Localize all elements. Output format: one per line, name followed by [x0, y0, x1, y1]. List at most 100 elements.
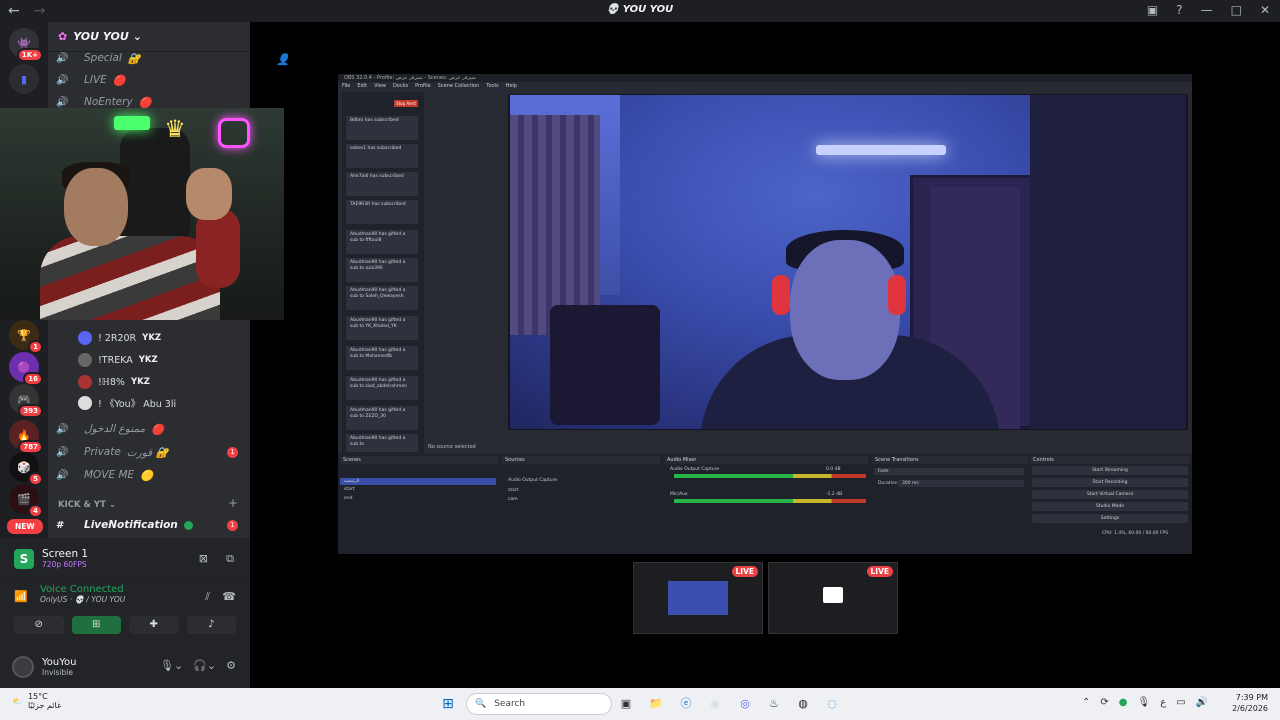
- stream-thumbnail[interactable]: LIVE: [768, 562, 898, 634]
- settings-gear-icon[interactable]: ⚙: [226, 659, 236, 672]
- live-badge: LIVE: [731, 566, 758, 577]
- start-menu-icon[interactable]: ⊞: [439, 695, 457, 713]
- language-indicator[interactable]: ع: [1160, 697, 1166, 708]
- duration-input[interactable]: 300 ms: [898, 480, 1024, 487]
- weather-widget[interactable]: ⛅ 15°C غائم جزئيًا: [12, 692, 61, 710]
- mic-icon[interactable]: 🎙⌄: [160, 659, 183, 672]
- channel-live[interactable]: 🔊 LIVE 🔴: [56, 70, 126, 90]
- voice-location[interactable]: OnlyUS · 💀 / YOU YOU: [40, 595, 250, 604]
- settings-button[interactable]: Settings: [1032, 514, 1188, 523]
- scene-item[interactable]: الرئيسية: [340, 478, 496, 485]
- server-icon-1[interactable]: 🏆 1: [9, 320, 43, 354]
- channel-special[interactable]: 🔊 Special 🔐: [56, 48, 141, 68]
- transition-select[interactable]: Fade: [874, 468, 1024, 475]
- server-icon-2[interactable]: 🟣 16: [9, 352, 43, 386]
- voice-user[interactable]: ! 2R20R YKZ: [78, 328, 161, 348]
- home-button[interactable]: 👾 1K+: [9, 28, 43, 62]
- obs-menu-view[interactable]: View: [374, 82, 386, 90]
- streamer-arm: [196, 208, 240, 288]
- search-box[interactable]: 🔍 Search: [466, 693, 612, 715]
- source-item[interactable]: Audio Output Capture: [504, 477, 654, 484]
- add-member-icon[interactable]: 👤: [276, 53, 290, 66]
- discord-icon[interactable]: ◎: [736, 695, 754, 713]
- stream-thumbnail[interactable]: LIVE: [633, 562, 763, 634]
- screen-icon: [823, 587, 843, 603]
- mic-tray-icon[interactable]: 🎙: [1138, 697, 1151, 708]
- voice-user[interactable]: !TREKA YKZ: [78, 350, 158, 370]
- streamer-fist: [186, 168, 232, 220]
- server-icon-4[interactable]: 🔥 787: [9, 420, 43, 454]
- scene-item[interactable]: end: [340, 495, 496, 502]
- volume-icon[interactable]: 🔊: [1196, 697, 1208, 708]
- source-item[interactable]: cam: [504, 496, 654, 503]
- scene-item[interactable]: start: [340, 486, 496, 493]
- channel-private[interactable]: 🔊 Private قورت 🔐: [56, 442, 169, 462]
- mixer-dock-title: Audio Mixer: [664, 456, 868, 464]
- steam-icon[interactable]: ♨: [765, 695, 783, 713]
- help-icon[interactable]: ?: [1176, 3, 1182, 17]
- status-icon[interactable]: ●: [1119, 697, 1128, 708]
- start-recording-button[interactable]: Start Recording: [1032, 478, 1188, 487]
- task-view-icon[interactable]: ▣: [617, 695, 635, 713]
- screen-share-row[interactable]: S Screen 1 720p 60FPS ⊠ ⧉: [0, 538, 250, 580]
- popout-icon[interactable]: ⧉: [226, 552, 234, 566]
- sync-icon[interactable]: ⟳: [1100, 697, 1108, 708]
- obs-icon[interactable]: ◍: [794, 695, 812, 713]
- channel-move-me[interactable]: 🔊 MOVE ME 🟡: [56, 465, 153, 485]
- noise-suppression-icon[interactable]: ⫽: [205, 590, 210, 604]
- category-kick-yt[interactable]: KICK & YT ⌄: [58, 500, 116, 510]
- channel-no-entry-ar[interactable]: 🔊 ممنوع الدخول 🔴: [56, 419, 164, 439]
- obs-preview[interactable]: [508, 94, 1188, 430]
- obs-menu-docks[interactable]: Docks: [393, 82, 408, 90]
- network-icon[interactable]: ▭: [1176, 697, 1185, 708]
- minimize-icon[interactable]: —: [1201, 3, 1213, 17]
- screen-share-button[interactable]: ⊞: [71, 616, 121, 634]
- clock[interactable]: 7:39 PM 2/6/2026: [1232, 692, 1268, 714]
- start-streaming-button[interactable]: Start Streaming: [1032, 466, 1188, 475]
- new-pill[interactable]: NEW: [5, 517, 45, 536]
- folder-icon[interactable]: ▮: [9, 64, 39, 94]
- obs-menu-tools[interactable]: Tools: [486, 82, 498, 90]
- obs-title-bar: OBS 32.0.4 - Profile: سيرفر عرض - Scenes…: [338, 74, 1192, 82]
- close-icon[interactable]: ✕: [1260, 3, 1270, 17]
- headphones-icon[interactable]: 🎧⌄: [193, 659, 216, 672]
- studio-mode-button[interactable]: Studio Mode: [1032, 502, 1188, 511]
- date: 2/6/2026: [1232, 704, 1268, 713]
- soundboard-button[interactable]: ♪: [186, 616, 236, 634]
- speaker-icon: 🔊: [56, 96, 69, 108]
- chevron-up-icon[interactable]: ⌃: [1082, 697, 1090, 708]
- obs-menu-profile[interactable]: Profile: [415, 82, 431, 90]
- stop-alert-button[interactable]: Stop Alert: [394, 100, 418, 107]
- alert-item: Abudman90 has gifted a sub to ZEZO_30: [346, 406, 418, 430]
- server-icon-6[interactable]: 🎬 4: [9, 484, 43, 518]
- obs-menu-file[interactable]: File: [342, 82, 350, 90]
- activities-button[interactable]: ✚: [129, 616, 179, 634]
- obs-menu-edit[interactable]: Edit: [357, 82, 367, 90]
- server-icon-3[interactable]: 🎮 393: [9, 384, 43, 418]
- mixer-channel-label: Audio Output Capture: [670, 467, 720, 472]
- disconnect-icon[interactable]: ☎: [222, 590, 236, 603]
- app-icon[interactable]: ◌: [823, 695, 841, 713]
- file-explorer-icon[interactable]: 📁: [647, 695, 665, 713]
- obs-menu-help[interactable]: Help: [506, 82, 517, 90]
- server-icon-5[interactable]: 🎲 5: [9, 452, 43, 486]
- start-virtual-camera-button[interactable]: Start Virtual Camera: [1032, 490, 1188, 499]
- voice-user[interactable]: !ℍ8% YKZ: [78, 372, 150, 392]
- maximize-icon[interactable]: □: [1231, 3, 1242, 17]
- alert-item: Abudman90 has gifted a sub to aziz396: [346, 258, 418, 282]
- user-area[interactable]: YouYou Invisible 🎙⌄ 🎧⌄ ⚙: [0, 645, 250, 688]
- camera-off-button[interactable]: ⊘: [14, 616, 64, 634]
- chrome-icon[interactable]: ◉: [706, 695, 724, 713]
- add-channel-icon[interactable]: +: [228, 496, 238, 510]
- channel-live-notification[interactable]: # LiveNotification: [56, 515, 193, 535]
- stop-share-icon[interactable]: ⊠: [199, 552, 208, 565]
- voice-buttons: ⊘ ⊞ ✚ ♪: [14, 616, 236, 634]
- screen-share-title: Screen 1: [42, 548, 89, 560]
- obs-menu-bar: File Edit View Docks Profile Scene Colle…: [338, 82, 1192, 90]
- edge-icon[interactable]: ⓔ: [677, 695, 695, 713]
- source-item[interactable]: start: [504, 487, 654, 494]
- alert-item: oxbes1 has subscribed: [346, 144, 418, 168]
- screen-icon[interactable]: ▣: [1147, 3, 1158, 17]
- obs-menu-scene-collection[interactable]: Scene Collection: [438, 82, 480, 90]
- voice-user[interactable]: ! 《You》 Abu 3li: [78, 393, 176, 413]
